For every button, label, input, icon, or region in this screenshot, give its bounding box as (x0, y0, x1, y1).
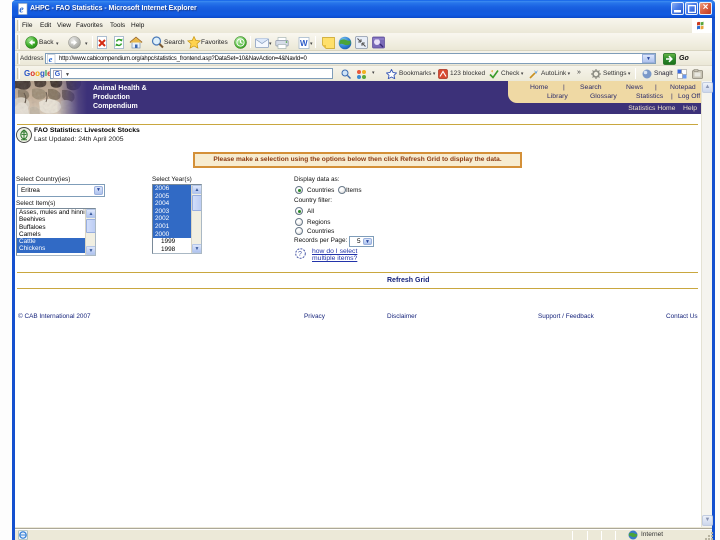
svg-text:W: W (300, 39, 308, 48)
svg-text:?: ? (298, 251, 302, 258)
svg-text:e: e (49, 54, 53, 64)
svg-text:e: e (19, 5, 24, 16)
